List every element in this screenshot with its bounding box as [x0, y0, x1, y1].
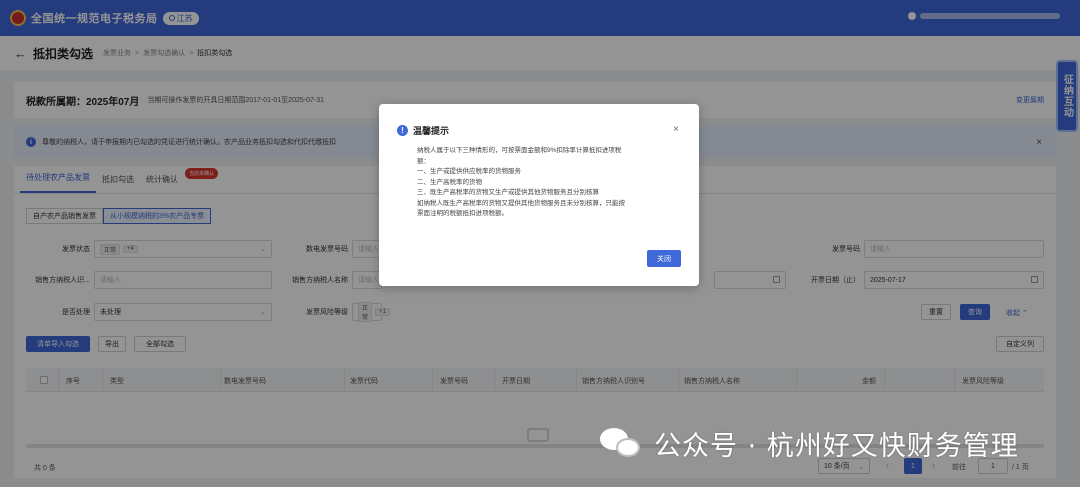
wechat-icon — [600, 426, 644, 462]
modal-close-button[interactable]: 关闭 — [647, 250, 681, 267]
modal-line: 二、生产高税率的货物 — [417, 178, 482, 186]
modal-close-icon[interactable]: × — [673, 124, 679, 135]
tip-modal: ! 温馨提示 × 纳税人属于以下三种情形的，可按票面金额和9%扣除率计算抵扣进项… — [379, 104, 699, 286]
exclamation-icon: ! — [397, 125, 408, 136]
modal-line: 纳税人属于以下三种情形的，可按票面金额和9%扣除率计算抵扣进项税 — [417, 147, 622, 154]
modal-header: ! 温馨提示 — [397, 124, 449, 137]
wechat-watermark: 公众号 · 杭州好又快财务管理 — [600, 424, 1019, 463]
modal-body: 纳税人属于以下三种情形的，可按票面金额和9%扣除率计算抵扣进项税 额： 一、生产… — [417, 146, 683, 220]
modal-title: 温馨提示 — [413, 126, 450, 136]
modal-line: 三、既生产高税率的货物又生产或提供其他货物服务且分别核算 — [417, 189, 599, 196]
modal-line: 票面注明的税额抵扣进项税额。 — [417, 210, 508, 217]
watermark-text: 公众号 · 杭州好又快财务管理 — [654, 431, 1019, 462]
modal-line: 如纳税人既生产高税率的货物又提供其他货物服务且未分别核算，只能按 — [417, 199, 625, 207]
wechat-bubble-small — [616, 437, 640, 457]
modal-line: 一、生产或提供供应税率的货物服务 — [417, 168, 521, 175]
modal-line: 额： — [417, 157, 430, 165]
